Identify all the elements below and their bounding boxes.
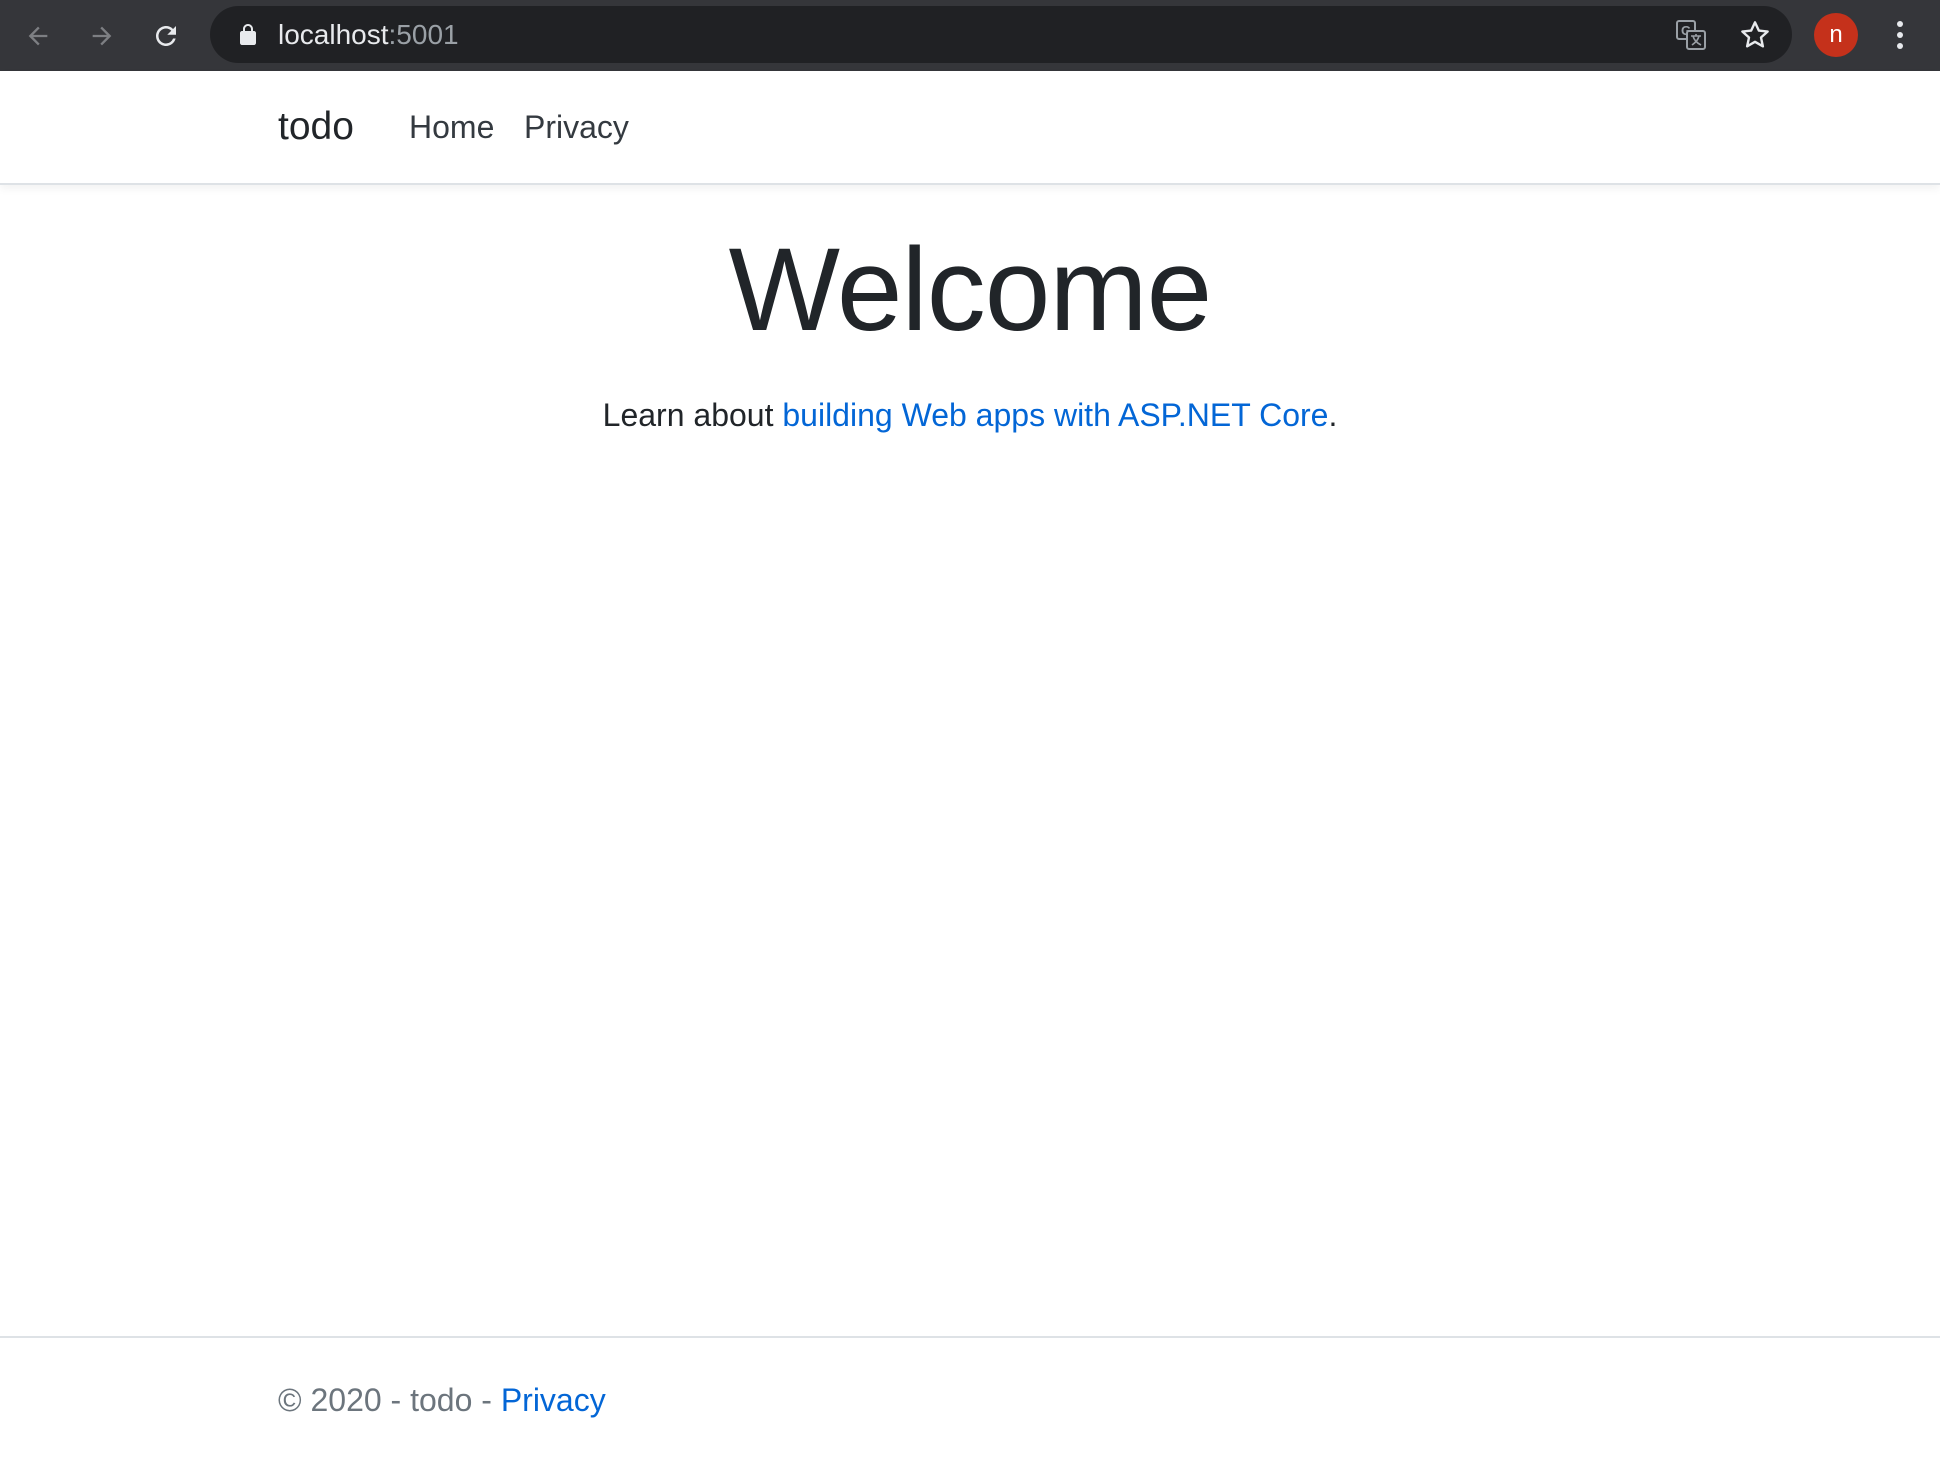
- page-footer: © 2020 - todo - Privacy: [0, 1336, 1940, 1452]
- reload-button[interactable]: [144, 14, 188, 58]
- browser-toolbar: localhost:5001 G n: [0, 0, 1940, 71]
- arrow-right-icon: [92, 26, 112, 46]
- footer-text: © 2020 - todo - Privacy: [278, 1338, 606, 1452]
- site-navbar: todo Home Privacy: [0, 71, 1940, 185]
- arrow-left-icon: [28, 26, 48, 46]
- footer-copyright: © 2020 - todo -: [278, 1382, 501, 1418]
- bookmark-star-button[interactable]: [1738, 18, 1772, 52]
- star-icon: [1741, 21, 1769, 48]
- page-title: Welcome: [728, 224, 1213, 356]
- back-button[interactable]: [16, 14, 60, 58]
- browser-menu-button[interactable]: [1882, 15, 1918, 55]
- forward-button[interactable]: [80, 14, 124, 58]
- reload-icon: [156, 26, 176, 46]
- translate-button[interactable]: G: [1674, 18, 1708, 52]
- translate-icon: G: [1676, 20, 1706, 50]
- address-bar[interactable]: localhost:5001 G: [210, 6, 1792, 63]
- lead-paragraph: Learn about building Web apps with ASP.N…: [0, 395, 1940, 435]
- lock-icon[interactable]: [236, 23, 260, 47]
- lead-prefix: Learn about: [602, 397, 783, 433]
- navbar-brand[interactable]: todo: [278, 71, 354, 183]
- profile-avatar[interactable]: n: [1814, 13, 1858, 57]
- footer-privacy-link[interactable]: Privacy: [501, 1382, 606, 1418]
- url-host: localhost: [278, 19, 389, 50]
- kebab-menu-icon: [1897, 21, 1903, 49]
- url-port: :5001: [388, 19, 459, 50]
- main-content: Welcome Learn about building Web apps wi…: [0, 185, 1940, 435]
- lead-suffix: .: [1328, 397, 1338, 433]
- nav-link-privacy[interactable]: Privacy: [524, 71, 629, 183]
- nav-link-home[interactable]: Home: [409, 71, 494, 183]
- url-text[interactable]: localhost:5001: [278, 6, 459, 63]
- aspnet-docs-link[interactable]: building Web apps with ASP.NET Core: [782, 397, 1328, 433]
